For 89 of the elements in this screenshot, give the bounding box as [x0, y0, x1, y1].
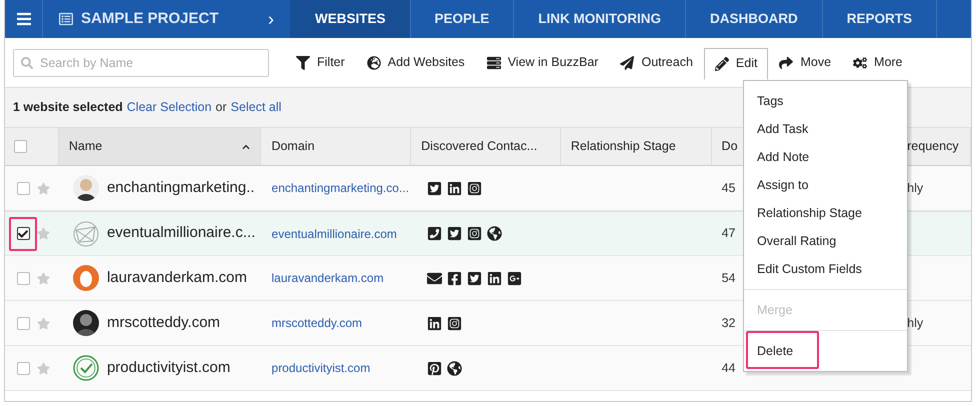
domain-link[interactable]: eventualmillionaire.com: [272, 224, 397, 242]
number-text: 32: [722, 314, 736, 332]
egg-logo-icon: [72, 265, 99, 291]
checkbox[interactable]: [16, 362, 30, 374]
nav-tab[interactable]: PEOPLE: [410, 0, 514, 38]
column-header[interactable]: Relationship Stage: [560, 128, 712, 165]
nav-tab[interactable]: WEBSITES: [291, 0, 411, 38]
website-name[interactable]: enchantingmarketing..: [106, 176, 255, 200]
number-text: 44: [722, 360, 736, 377]
domain-link[interactable]: mrscotteddy.com: [272, 314, 362, 332]
linkedin-icon[interactable]: [487, 270, 502, 286]
globe-icon[interactable]: [487, 226, 502, 241]
number-text: 54: [722, 270, 736, 287]
project-icon: [59, 12, 73, 26]
star-icon[interactable]: [37, 316, 50, 330]
domain-link[interactable]: lauravanderkam.com: [272, 269, 384, 287]
linkedin-icon[interactable]: [427, 316, 442, 330]
menu-item[interactable]: Edit Custom Fields: [744, 255, 907, 283]
toolbar-button[interactable]: Edit: [704, 48, 768, 80]
column-header[interactable]: Name: [58, 128, 262, 165]
instagram-icon[interactable]: [447, 316, 462, 330]
menu-item[interactable]: Relationship Stage: [744, 199, 907, 227]
nav-tab[interactable]: LINK MONITORING: [514, 0, 686, 38]
menu-item[interactable]: Add Task: [744, 115, 907, 143]
menu-item[interactable]: Delete: [744, 337, 907, 365]
website-name[interactable]: eventualmillionaire.c...: [106, 222, 256, 245]
facebook-icon[interactable]: [447, 270, 462, 286]
globe-logo-icon: [72, 220, 99, 246]
twitter-icon[interactable]: [467, 270, 482, 286]
toolbar-button[interactable]: Add Websites: [356, 48, 476, 78]
globe-icon[interactable]: [447, 360, 462, 376]
search-field[interactable]: Search by Name: [13, 48, 269, 76]
checkbox[interactable]: [16, 227, 30, 240]
star-icon[interactable]: [37, 362, 50, 374]
nav-tab[interactable]: REPORTS: [822, 0, 938, 38]
column-header[interactable]: Domain: [261, 128, 412, 165]
or-text: or: [216, 99, 227, 116]
website-name[interactable]: lauravanderkam.com: [106, 266, 248, 290]
linkedin-icon[interactable]: [447, 180, 462, 196]
paper-plane-icon: [620, 56, 634, 70]
project-name[interactable]: SAMPLE PROJECT: [81, 8, 260, 30]
menu-item[interactable]: Overall Rating: [744, 227, 907, 255]
clear-selection-link[interactable]: Clear Selection: [126, 98, 212, 117]
pencil-icon: [714, 56, 729, 70]
toolbar-button[interactable]: Outreach: [609, 48, 704, 78]
star-icon[interactable]: [37, 227, 50, 240]
filter-icon: [296, 56, 310, 70]
share-arrow-icon: [779, 56, 794, 70]
select-all-link[interactable]: Select all: [230, 98, 282, 117]
website-name[interactable]: productivityist.com: [106, 356, 230, 380]
menu-item[interactable]: Tags: [744, 87, 907, 115]
number-text: 47: [722, 225, 736, 242]
toolbar-button[interactable]: View in BuzzBar: [476, 48, 610, 78]
domain-link[interactable]: productivityist.com: [272, 359, 370, 377]
column-header[interactable]: Discovered Contac...: [411, 128, 561, 165]
twitter-icon[interactable]: [447, 226, 462, 241]
toolbar-button[interactable]: Filter: [285, 48, 356, 78]
gears-icon: [853, 56, 868, 70]
checkbox[interactable]: [14, 140, 28, 153]
twitter-icon[interactable]: [427, 180, 442, 196]
sort-icon[interactable]: [242, 142, 250, 150]
star-icon[interactable]: [37, 182, 50, 194]
website-name[interactable]: mrscotteddy.com: [106, 312, 220, 334]
pinterest-icon[interactable]: [427, 360, 442, 376]
google-plus-icon[interactable]: [507, 270, 522, 286]
number-text: 45: [722, 180, 736, 197]
instagram-icon[interactable]: [467, 180, 482, 196]
checkbox[interactable]: [16, 182, 30, 194]
menu-item[interactable]: Assign to: [744, 171, 907, 199]
chevron-text[interactable]: ›: [268, 6, 274, 32]
instagram-icon[interactable]: [467, 226, 482, 241]
server-icon: [486, 56, 501, 70]
checkbox[interactable]: [16, 272, 30, 284]
frequency-text: hly: [907, 180, 924, 197]
toolbar-button[interactable]: Move: [768, 48, 842, 78]
check-logo-icon: [72, 355, 99, 381]
toolbar-button[interactable]: More: [842, 48, 914, 78]
phone-icon[interactable]: [427, 226, 442, 241]
domain-link[interactable]: enchantingmarketing.co...: [272, 179, 409, 197]
globe-plus-icon: [366, 56, 381, 70]
selection-count: 1 website selected: [13, 99, 123, 116]
frequency-text: hly: [907, 314, 924, 332]
search-icon: [21, 56, 33, 68]
checkbox[interactable]: [16, 316, 30, 330]
menu-item[interactable]: Add Note: [744, 143, 907, 171]
envelope-icon[interactable]: [427, 270, 442, 286]
column-title: Name: [68, 138, 102, 156]
star-icon[interactable]: [37, 272, 50, 284]
nav-tab[interactable]: DASHBOARD: [686, 0, 823, 38]
